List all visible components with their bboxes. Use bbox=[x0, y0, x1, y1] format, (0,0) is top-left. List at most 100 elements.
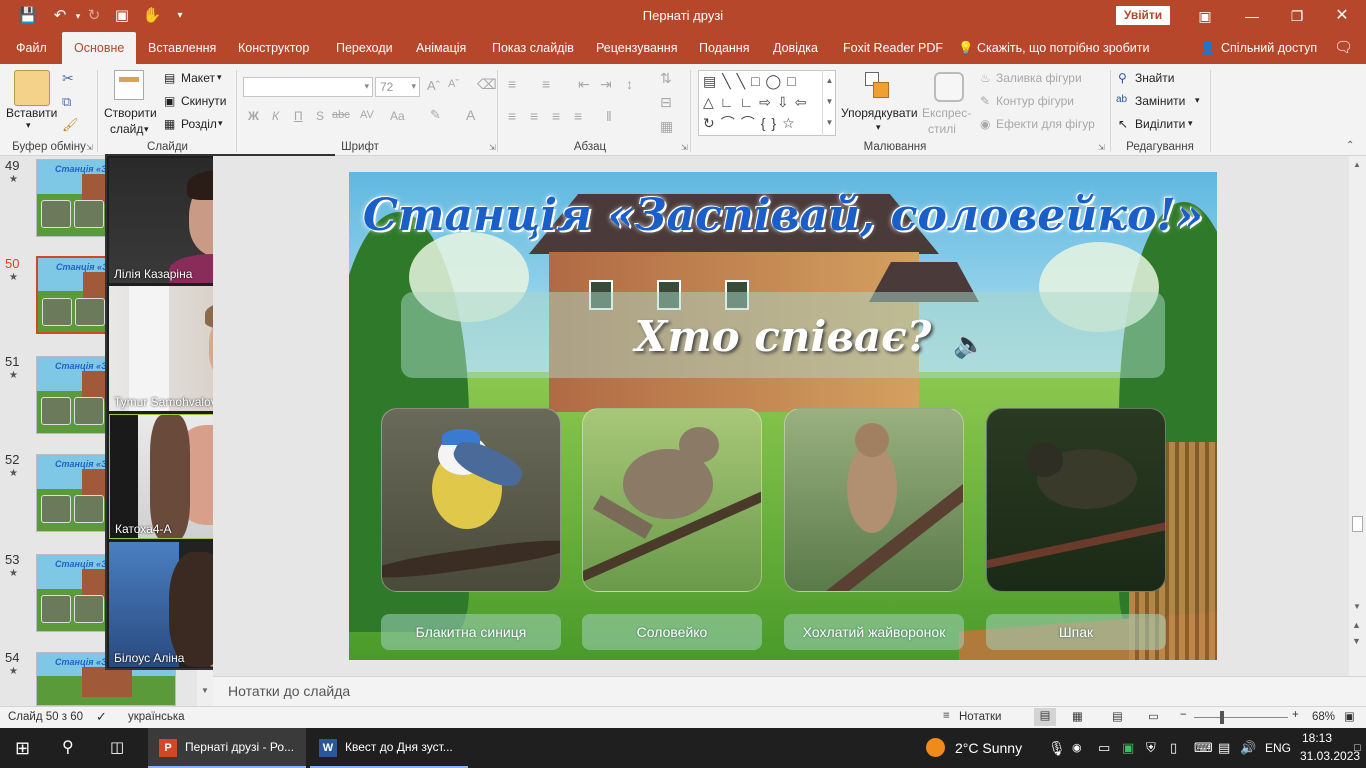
strikethrough-button[interactable]: abc bbox=[332, 109, 350, 121]
answer-label-nightingale[interactable]: Соловейко bbox=[582, 614, 762, 650]
notes-placeholder[interactable]: Нотатки до слайда bbox=[228, 683, 350, 699]
weather-sun-icon[interactable] bbox=[926, 738, 945, 757]
tab-view[interactable]: Подання bbox=[699, 32, 749, 64]
zoom-level[interactable]: 68% bbox=[1312, 711, 1335, 723]
smartart-icon[interactable]: ▦ bbox=[660, 118, 673, 135]
replace-dropdown-icon[interactable]: ▾ bbox=[1195, 95, 1200, 106]
ribbon-display-options-icon[interactable]: ▣ bbox=[1193, 5, 1217, 27]
current-slide[interactable]: Станція «Заспівай, соловейко!» Хто співа… bbox=[349, 172, 1217, 660]
paste-dropdown-icon[interactable]: ▾ bbox=[26, 120, 31, 131]
arrange-button[interactable]: Упорядкувати bbox=[841, 106, 918, 120]
tab-transitions[interactable]: Переходи bbox=[336, 32, 393, 64]
quick-styles-button-line2[interactable]: стилі bbox=[928, 122, 956, 136]
select-button[interactable]: Виділити bbox=[1135, 117, 1185, 131]
normal-view-icon[interactable]: ▤ bbox=[1034, 708, 1056, 726]
arrange-icon[interactable] bbox=[865, 72, 891, 100]
share-button[interactable]: Спільний доступ bbox=[1221, 32, 1317, 64]
notes-toggle-button[interactable]: Нотатки bbox=[959, 711, 1001, 723]
select-dropdown-icon[interactable]: ▾ bbox=[1188, 118, 1193, 129]
input-language[interactable]: ENG bbox=[1265, 728, 1291, 768]
network-icon[interactable]: ▤ bbox=[1218, 728, 1230, 768]
shape-effects-button[interactable]: Ефекти для фігур bbox=[996, 117, 1095, 131]
copy-icon[interactable]: ⧉ bbox=[62, 94, 71, 110]
search-icon[interactable]: ⚲ bbox=[62, 728, 74, 768]
shape-fill-button[interactable]: Заливка фігури bbox=[996, 71, 1082, 85]
section-dropdown-icon[interactable]: ▾ bbox=[218, 118, 223, 129]
comments-icon[interactable]: 🗨 bbox=[1334, 32, 1353, 64]
slide-sorter-icon[interactable]: ▦ bbox=[1072, 709, 1083, 723]
char-spacing-button[interactable]: AV bbox=[360, 109, 374, 121]
italic-button[interactable]: К bbox=[272, 109, 279, 123]
find-button[interactable]: Знайти bbox=[1135, 71, 1174, 85]
slideshow-view-icon[interactable]: ▭ bbox=[1148, 709, 1159, 723]
paragraph-launcher-icon[interactable]: ⇲ bbox=[681, 143, 688, 152]
align-right-icon[interactable]: ≡ bbox=[552, 108, 560, 124]
increase-indent-icon[interactable]: ⇥ bbox=[600, 76, 612, 93]
columns-icon[interactable]: ‖ bbox=[606, 108, 612, 124]
bird-photo-crested-lark[interactable] bbox=[784, 408, 964, 592]
reset-button[interactable]: Скинути bbox=[181, 94, 226, 108]
answer-label-starling[interactable]: Шпак bbox=[986, 614, 1166, 650]
bullets-icon[interactable]: ≡ bbox=[508, 76, 516, 92]
change-case-button[interactable]: Aa bbox=[390, 109, 405, 123]
usb-icon[interactable]: ▭ bbox=[1098, 728, 1110, 768]
security-icon[interactable]: ⛨ bbox=[1146, 728, 1156, 768]
clipboard-launcher-icon[interactable]: ⇲ bbox=[86, 143, 93, 152]
zoom-in-button[interactable]: + bbox=[1292, 709, 1299, 721]
bird-photo-blue-tit[interactable] bbox=[381, 408, 561, 592]
align-center-icon[interactable]: ≡ bbox=[530, 108, 538, 124]
scroll-thumb[interactable] bbox=[1352, 516, 1363, 532]
task-view-icon[interactable]: ◫ bbox=[110, 728, 124, 768]
clock-date[interactable]: 31.03.2023 bbox=[1300, 749, 1360, 763]
slide-title[interactable]: Станція «Заспівай, соловейко!» bbox=[349, 190, 1217, 241]
keyboard-icon[interactable]: ⌨ bbox=[1194, 728, 1213, 768]
line-spacing-icon[interactable]: ↕ bbox=[626, 76, 633, 92]
scroll-down-arrow-icon[interactable]: ▼ bbox=[201, 686, 209, 695]
cut-icon[interactable]: ✂ bbox=[62, 70, 74, 87]
spellcheck-icon[interactable]: ✓ bbox=[96, 709, 107, 725]
shadow-button[interactable]: S bbox=[316, 109, 324, 123]
shapes-gallery[interactable]: ▤╲╲□◯□ △∟∟⇨⇩⇦ ↻⌒⌒{}☆ bbox=[698, 70, 836, 136]
answer-label-blue-tit[interactable]: Блакитна синиця bbox=[381, 614, 561, 650]
shapes-gallery-scroll[interactable]: ▲ ▼ ▼ bbox=[822, 70, 836, 136]
align-left-icon[interactable]: ≡ bbox=[508, 108, 516, 124]
text-direction-icon[interactable]: ⇅ bbox=[660, 70, 672, 87]
tab-insert[interactable]: Вставлення bbox=[148, 32, 216, 64]
collapse-ribbon-icon[interactable]: ⌃ bbox=[1346, 140, 1354, 151]
scroll-up-arrow-icon[interactable]: ▲ bbox=[1353, 160, 1361, 169]
zoom-slider[interactable] bbox=[1194, 717, 1288, 718]
font-color-icon[interactable]: A bbox=[466, 107, 475, 123]
tab-slideshow[interactable]: Показ слайдів bbox=[492, 32, 574, 64]
fit-to-window-icon[interactable]: ▣ bbox=[1344, 709, 1355, 723]
question-text[interactable]: Хто співає? bbox=[349, 312, 1217, 361]
section-button[interactable]: Розділ bbox=[181, 117, 217, 131]
tab-animations[interactable]: Анімація bbox=[416, 32, 466, 64]
app-tray-icon[interactable]: ▣ bbox=[1122, 728, 1134, 768]
scroll-down-arrow-icon[interactable]: ▼ bbox=[1353, 602, 1361, 611]
weather-text[interactable]: 2°C Sunny bbox=[955, 728, 1022, 768]
maximize-button[interactable]: ❐ bbox=[1285, 5, 1309, 27]
close-button[interactable]: ✕ bbox=[1330, 5, 1354, 27]
zoom-slider-thumb[interactable] bbox=[1220, 711, 1224, 724]
microphone-icon[interactable]: 🎙 bbox=[1048, 728, 1066, 768]
increase-font-icon[interactable]: Aˆ bbox=[427, 78, 440, 93]
answer-label-crested-lark[interactable]: Хохлатий жайворонок bbox=[784, 614, 964, 650]
paste-icon[interactable] bbox=[14, 70, 50, 106]
quick-styles-icon[interactable] bbox=[934, 72, 964, 102]
bold-button[interactable]: Ж bbox=[248, 109, 259, 123]
justify-icon[interactable]: ≡ bbox=[574, 108, 582, 124]
speaker-audio-icon[interactable]: 🔈 bbox=[953, 326, 989, 362]
bird-photo-starling[interactable] bbox=[986, 408, 1166, 592]
language-indicator[interactable]: українська bbox=[128, 711, 185, 723]
arrange-dropdown-icon[interactable]: ▾ bbox=[876, 122, 881, 133]
notes-pane[interactable]: Нотатки до слайда bbox=[213, 676, 1366, 706]
drawing-launcher-icon[interactable]: ⇲ bbox=[1098, 143, 1105, 152]
clear-formatting-icon[interactable]: ⌫ bbox=[477, 76, 497, 93]
clock-time[interactable]: 18:13 bbox=[1302, 731, 1332, 745]
sign-in-button[interactable]: Увійти bbox=[1116, 6, 1170, 25]
next-slide-icon[interactable]: ▼ bbox=[1352, 636, 1361, 646]
tab-review[interactable]: Рецензування bbox=[596, 32, 677, 64]
align-text-icon[interactable]: ⊟ bbox=[660, 94, 672, 111]
replace-button[interactable]: Замінити bbox=[1135, 94, 1185, 108]
tab-foxit[interactable]: Foxit Reader PDF bbox=[843, 32, 943, 64]
